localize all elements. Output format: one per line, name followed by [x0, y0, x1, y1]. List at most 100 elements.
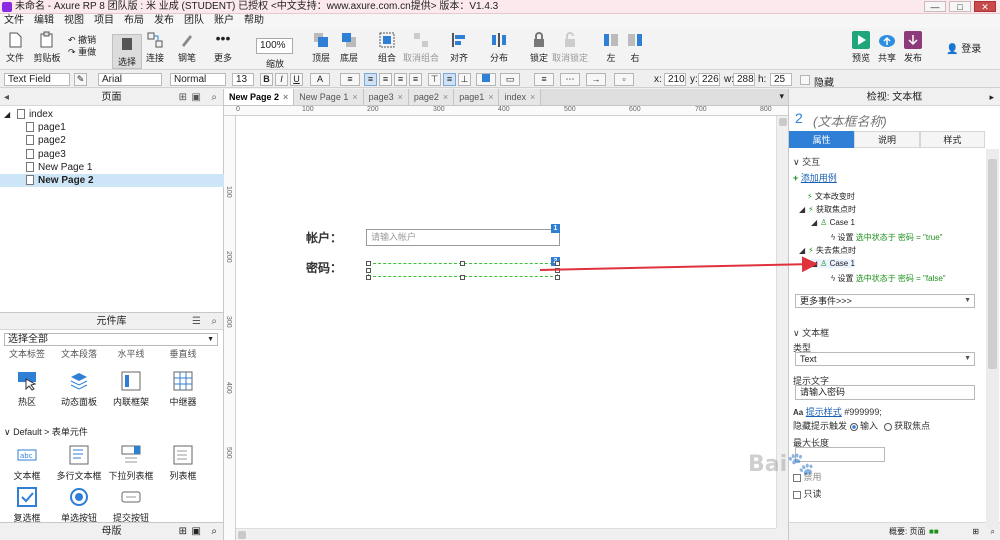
- account-text-field[interactable]: 请输入帐户: [366, 229, 560, 246]
- widget-dynamic-panel[interactable]: 动态面板: [54, 371, 104, 408]
- event-on-blur[interactable]: ◢ ⚡ 失去焦点时: [799, 245, 856, 256]
- redo-button[interactable]: ↷ 重做: [68, 45, 96, 58]
- style-edit-icon[interactable]: ✎: [74, 73, 87, 86]
- widget-dropdown[interactable]: 下拉列表框: [106, 445, 156, 482]
- widget-horizontal-line[interactable]: 水平线: [106, 347, 156, 360]
- publish-button[interactable]: 发布: [898, 31, 928, 64]
- case-item[interactable]: ◢ ♙ Case 1: [811, 218, 855, 227]
- align-right-text-button[interactable]: ≡: [394, 73, 407, 86]
- form-widgets-section[interactable]: ∨ Default > 表单元件: [4, 425, 88, 438]
- widget-checkbox[interactable]: 复选框: [2, 487, 52, 524]
- add-master-icon[interactable]: ⊞: [179, 523, 187, 540]
- resize-handle[interactable]: [460, 261, 465, 266]
- resize-handle[interactable]: [555, 268, 560, 273]
- shadow-button[interactable]: ▫: [614, 73, 634, 86]
- widget-name-input[interactable]: (文本框名称): [813, 111, 887, 130]
- event-on-focus[interactable]: ◢ ⚡ 获取焦点时: [799, 204, 856, 215]
- page-tree-item-page2[interactable]: page2: [0, 134, 224, 147]
- tab-page1[interactable]: page1 ×: [454, 89, 500, 105]
- event-on-text-change[interactable]: ⚡ 文本改变时: [807, 191, 855, 202]
- font-weight-select[interactable]: Normal: [170, 73, 226, 86]
- send-to-bottom-button[interactable]: 底层: [334, 31, 364, 64]
- line-color-button[interactable]: ▭: [500, 73, 520, 86]
- close-tab-icon[interactable]: ×: [398, 92, 403, 102]
- widget-label-text[interactable]: 文本标签: [2, 347, 52, 360]
- resize-handle[interactable]: [555, 261, 560, 266]
- case-item[interactable]: ◢ ♙ Case 1: [811, 259, 855, 268]
- tab-style[interactable]: 样式: [919, 131, 985, 148]
- widget-text-field[interactable]: abc 文本框: [2, 445, 52, 482]
- pen-tool-button[interactable]: 钢笔: [172, 31, 202, 64]
- more-tools-button[interactable]: ••• 更多: [208, 31, 238, 64]
- lock-button[interactable]: 锁定: [524, 31, 554, 64]
- bullet-button[interactable]: ≡: [340, 73, 360, 86]
- canvas-horizontal-scrollbar[interactable]: [236, 528, 776, 540]
- underline-button[interactable]: U: [290, 73, 303, 86]
- menu-file[interactable]: 文件: [4, 14, 24, 28]
- align-left-text-button[interactable]: ≡: [364, 73, 377, 86]
- hint-style-link[interactable]: 提示样式: [806, 407, 842, 417]
- add-page-icon[interactable]: ⊞: [179, 89, 187, 106]
- tabs-overflow-icon[interactable]: ▾: [779, 91, 784, 102]
- scroll-up-icon[interactable]: [779, 118, 787, 126]
- bold-button[interactable]: B: [260, 73, 273, 86]
- ungroup-button[interactable]: 取消组合: [402, 31, 440, 64]
- add-icon[interactable]: ⊞: [972, 523, 979, 540]
- menu-publish[interactable]: 发布: [154, 14, 174, 28]
- search-icon[interactable]: ⌕: [211, 523, 217, 540]
- tab-notes[interactable]: 说明: [854, 131, 920, 148]
- login-button[interactable]: 👤 登录: [946, 40, 981, 55]
- resize-handle[interactable]: [366, 268, 371, 273]
- menu-project[interactable]: 项目: [94, 14, 114, 28]
- font-color-button[interactable]: A: [310, 73, 330, 86]
- tab-page3[interactable]: page3 ×: [363, 89, 409, 105]
- widget-type-select[interactable]: Text Field: [4, 73, 70, 86]
- library-select[interactable]: 选择全部 ▼: [4, 333, 218, 346]
- radio-input-selected[interactable]: [849, 422, 858, 431]
- tab-page2[interactable]: page2 ×: [408, 89, 455, 105]
- hint-text-input[interactable]: 请输入密码: [795, 385, 975, 400]
- align-center-text-button[interactable]: ≡: [379, 73, 392, 86]
- connect-tool-button[interactable]: 连接: [140, 31, 170, 64]
- action-item[interactable]: ϟ 设置 选中状态于 密码 = "false": [831, 273, 946, 284]
- tab-index[interactable]: index ×: [499, 89, 542, 105]
- tab-properties[interactable]: 属性: [789, 131, 855, 148]
- valign-middle-button[interactable]: ≡: [443, 73, 456, 86]
- resize-handle[interactable]: [460, 275, 465, 280]
- minimize-button[interactable]: —: [924, 1, 946, 12]
- action-item[interactable]: ϟ 设置 选中状态于 密码 = "true": [831, 232, 943, 243]
- more-events-select[interactable]: 更多事件>>> ▼: [795, 294, 975, 308]
- line-width-button[interactable]: ≡: [534, 73, 554, 86]
- widget-paragraph[interactable]: 文本段落: [54, 347, 104, 360]
- bring-to-top-button[interactable]: 顶层: [306, 31, 336, 64]
- widget-textarea[interactable]: 多行文本框: [54, 445, 104, 482]
- menu-team[interactable]: 团队: [184, 14, 204, 28]
- y-input[interactable]: 226: [698, 73, 720, 86]
- resize-handle[interactable]: [366, 261, 371, 266]
- widget-repeater[interactable]: 中继器: [158, 371, 208, 408]
- close-button[interactable]: ✕: [974, 1, 996, 12]
- page-tree-item-page3[interactable]: page3: [0, 148, 224, 161]
- menu-help[interactable]: 帮助: [244, 14, 264, 28]
- collapse-icon[interactable]: ▸: [989, 89, 994, 106]
- unlock-button[interactable]: 取消锁定: [552, 31, 588, 64]
- page-tree-item-index[interactable]: ◢ index: [0, 108, 224, 121]
- account-label[interactable]: 帐户：: [306, 229, 342, 246]
- type-select[interactable]: Text ▼: [795, 352, 975, 366]
- font-family-select[interactable]: Arial: [98, 73, 162, 86]
- close-tab-icon[interactable]: ×: [352, 92, 357, 102]
- distribute-button[interactable]: 分布: [484, 31, 514, 64]
- resize-handle[interactable]: [555, 275, 560, 280]
- close-tab-icon[interactable]: ×: [530, 92, 535, 102]
- page-tree-item-new-page-2[interactable]: New Page 2: [0, 174, 224, 187]
- tab-new-page-2[interactable]: New Page 2 ×: [224, 89, 295, 105]
- widget-vertical-line[interactable]: 垂直线: [158, 347, 208, 360]
- fill-color-button[interactable]: [476, 73, 496, 86]
- menu-edit[interactable]: 编辑: [34, 14, 54, 28]
- menu-view[interactable]: 视图: [64, 14, 84, 28]
- expand-icon[interactable]: ◢: [4, 110, 10, 119]
- valign-bottom-button[interactable]: ⊥: [458, 73, 471, 86]
- library-menu-icon[interactable]: ☰: [192, 313, 201, 330]
- close-tab-icon[interactable]: ×: [488, 92, 493, 102]
- menu-layout[interactable]: 布局: [124, 14, 144, 28]
